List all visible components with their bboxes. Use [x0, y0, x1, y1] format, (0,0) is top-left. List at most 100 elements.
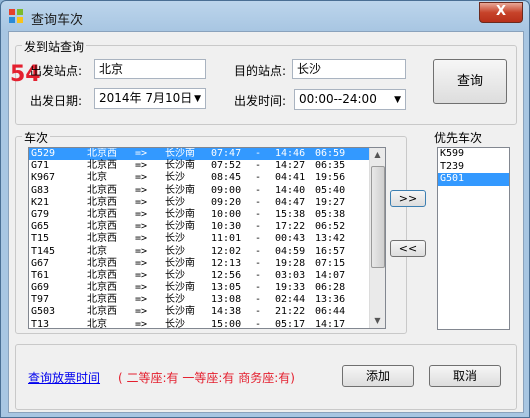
departure-time-select[interactable]: 00:00--24:00 ▼: [294, 89, 406, 110]
table-row[interactable]: G67 北京西 => 长沙南 12:13 19:28 07:15 -: [29, 258, 385, 270]
to-station: 长沙南: [165, 306, 195, 318]
scroll-up-icon[interactable]: ▲: [370, 148, 385, 162]
table-row[interactable]: T61 北京西 => 长沙 12:56 03:03 14:07 -: [29, 270, 385, 282]
chevron-down-icon: ▼: [394, 95, 401, 105]
table-row[interactable]: G71 北京西 => 长沙南 07:52 14:27 06:35 -: [29, 160, 385, 172]
seat-availability: ( 二等座:有 一等座:有 商务座:有): [118, 371, 295, 385]
time-separator: -: [255, 208, 262, 220]
to-station: 长沙南: [165, 184, 195, 196]
to-station-label: 目的站点:: [234, 64, 287, 78]
from-station: 北京西: [87, 233, 117, 245]
route-arrow: =>: [135, 318, 148, 329]
table-row[interactable]: G503 北京西 => 长沙南 14:38 21:22 06:44 -: [29, 306, 385, 318]
arrival-time: 21:22: [275, 306, 306, 318]
duration: 06:44: [315, 306, 346, 318]
search-group: 发到站查询 54 出发站点: 北京 目的站点: 长沙 出发日期: 2014年 7…: [10, 38, 517, 125]
to-station: 长沙: [165, 172, 185, 184]
train-number: K21: [31, 196, 50, 208]
train-list-scrollbar[interactable]: ▲ ▼: [369, 148, 385, 328]
time-separator: -: [255, 196, 262, 208]
from-station: 北京西: [87, 208, 117, 220]
arrival-time: 14:27: [275, 160, 306, 172]
window-title: 查询车次: [31, 13, 84, 28]
train-list[interactable]: G529 北京西 => 长沙南 07:47 14:46 06:59 - G71 北京西 => 长沙南 0…: [28, 147, 386, 329]
table-row[interactable]: T97 北京西 => 长沙 13:08 02:44 13:36 -: [29, 294, 385, 306]
priority-rows: K599 T239 G501: [438, 148, 509, 186]
departure-date-label: 出发日期:: [30, 94, 83, 108]
route-arrow: =>: [135, 269, 148, 281]
from-station: 北京: [87, 245, 107, 257]
duration: 16:57: [315, 245, 346, 257]
table-row[interactable]: G65 北京西 => 长沙南 10:30 17:22 06:52 -: [29, 221, 385, 233]
route-arrow: =>: [135, 306, 148, 318]
route-arrow: =>: [135, 257, 148, 269]
to-station-input[interactable]: 长沙: [292, 59, 406, 79]
train-number: G503: [31, 306, 56, 318]
table-row[interactable]: K967 北京 => 长沙 08:45 04:41 19:56 -: [29, 172, 385, 184]
from-station-label: 出发站点:: [30, 64, 83, 78]
table-row[interactable]: G83 北京西 => 长沙南 09:00 14:40 05:40 -: [29, 185, 385, 197]
list-item[interactable]: K599: [438, 148, 509, 161]
priority-list[interactable]: K599 T239 G501: [437, 147, 510, 330]
train-rows: G529 北京西 => 长沙南 07:47 14:46 06:59 - G71 北京西 => 长沙南 0…: [29, 148, 385, 329]
duration: 06:52: [315, 221, 346, 233]
scroll-thumb[interactable]: [371, 166, 385, 268]
to-station: 长沙南: [165, 221, 195, 233]
table-row[interactable]: T15 北京西 => 长沙 11:01 00:43 13:42 -: [29, 233, 385, 245]
release-time-link[interactable]: 查询放票时间: [28, 369, 100, 386]
to-station: 长沙: [165, 245, 185, 257]
duration: 19:56: [315, 172, 346, 184]
table-row[interactable]: G79 北京西 => 长沙南 10:00 15:38 05:38 -: [29, 209, 385, 221]
from-station: 北京西: [87, 221, 117, 233]
to-station: 长沙南: [165, 148, 195, 159]
from-station: 北京西: [87, 160, 117, 172]
route-arrow: =>: [135, 221, 148, 233]
departure-time-value: 00:00--24:00: [299, 92, 377, 106]
table-row[interactable]: G69 北京西 => 长沙南 13:05 19:33 06:28 -: [29, 282, 385, 294]
arrival-time: 04:47: [275, 196, 306, 208]
duration: 07:15: [315, 257, 346, 269]
duration: 05:40: [315, 184, 346, 196]
departure-time: 15:00: [211, 318, 242, 329]
departure-time: 12:56: [211, 269, 242, 281]
add-priority-button[interactable]: >>: [390, 190, 426, 207]
route-arrow: =>: [135, 148, 148, 159]
train-number: K967: [31, 172, 56, 184]
to-station: 长沙: [165, 294, 185, 306]
time-separator: -: [255, 282, 262, 294]
from-station-input[interactable]: 北京: [94, 59, 206, 79]
remove-priority-button[interactable]: <<: [390, 240, 426, 257]
cancel-button[interactable]: 取消: [429, 365, 501, 387]
time-separator: -: [255, 184, 262, 196]
to-station: 长沙南: [165, 282, 195, 294]
client-area: 发到站查询 54 出发站点: 北京 目的站点: 长沙 出发日期: 2014年 7…: [8, 31, 524, 413]
close-button[interactable]: X: [479, 2, 523, 23]
arrival-time: 19:28: [275, 257, 306, 269]
scroll-down-icon[interactable]: ▼: [370, 314, 385, 328]
table-row[interactable]: G529 北京西 => 长沙南 07:47 14:46 06:59 -: [29, 148, 385, 161]
train-number: G69: [31, 282, 50, 294]
train-number: T13: [31, 318, 50, 329]
departure-time: 11:01: [211, 233, 242, 245]
time-separator: -: [255, 306, 262, 318]
from-station: 北京西: [87, 148, 117, 159]
title-bar[interactable]: 查询车次 X: [1, 1, 529, 31]
add-button[interactable]: 添加: [342, 365, 414, 387]
route-arrow: =>: [135, 294, 148, 306]
departure-date-picker[interactable]: 2014年 7月10日 ▼: [94, 88, 206, 109]
departure-time: 13:08: [211, 294, 242, 306]
duration: 14:17: [315, 318, 346, 329]
from-station: 北京西: [87, 306, 117, 318]
time-separator: -: [255, 221, 262, 233]
table-row[interactable]: T13 北京 => 长沙 15:00 05:17 14:17 -: [29, 318, 385, 329]
table-row[interactable]: K21 北京西 => 长沙 09:20 04:47 19:27 -: [29, 197, 385, 209]
to-station: 长沙: [165, 269, 185, 281]
departure-time: 09:00: [211, 184, 242, 196]
list-item[interactable]: G501: [438, 173, 509, 186]
list-item[interactable]: T239: [438, 161, 509, 174]
route-arrow: =>: [135, 282, 148, 294]
query-button[interactable]: 查询: [433, 59, 507, 104]
arrival-time: 00:43: [275, 233, 306, 245]
departure-date-value: 2014年 7月10日: [99, 91, 193, 105]
table-row[interactable]: T145 北京 => 长沙 12:02 04:59 16:57 -: [29, 246, 385, 258]
